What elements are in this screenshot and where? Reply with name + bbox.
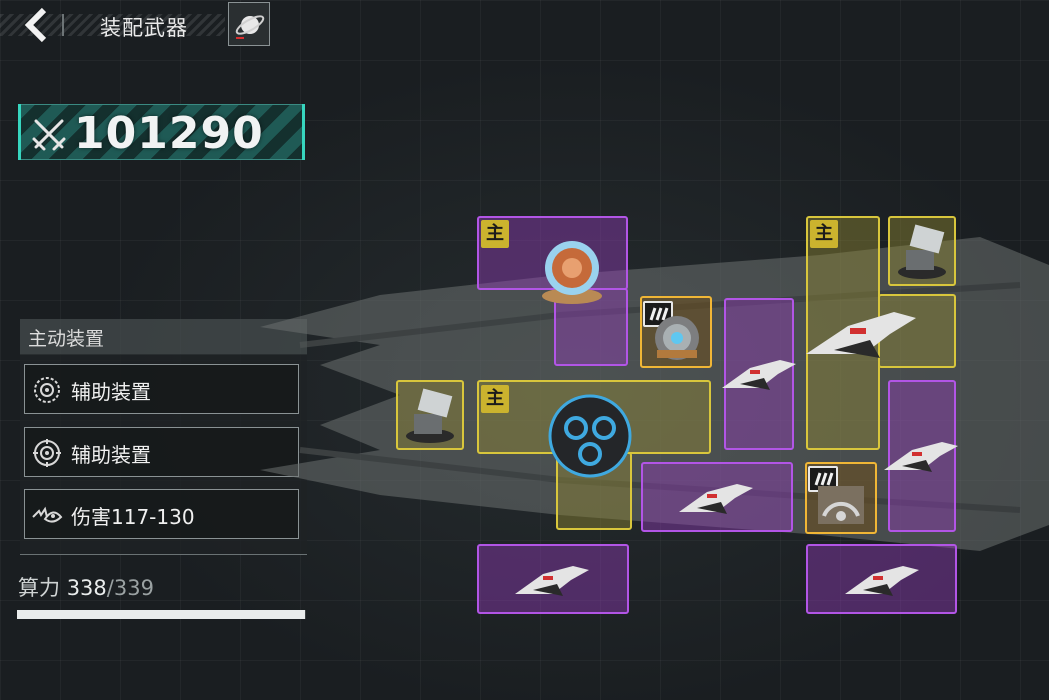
fighter-ship-icon <box>884 442 958 472</box>
combat-power-value: 101290 <box>74 108 264 159</box>
radar-device-icon <box>818 486 864 524</box>
damage-slot[interactable]: 伤害117-130 <box>24 489 299 539</box>
damage-wave-icon <box>32 506 63 523</box>
compute-separator: / <box>106 576 114 600</box>
back-button[interactable] <box>20 6 54 44</box>
main-tag: 主 <box>810 220 838 248</box>
slot-label: 伤害117-130 <box>71 505 195 529</box>
top-bar: 装配武器 <box>0 0 275 46</box>
fighter-ship-icon <box>845 566 919 596</box>
fighter-ship-icon <box>722 360 796 390</box>
panel-title: 主动装置 <box>28 328 105 350</box>
compute-readout: 算力 338/339 <box>18 572 154 602</box>
mine-orb-icon <box>548 394 632 478</box>
sphere-drone-icon <box>655 316 699 360</box>
crosshair-circle-icon <box>33 439 61 467</box>
compute-bar <box>17 610 306 619</box>
planet-icon <box>235 15 265 39</box>
fighter-ship-icon <box>679 484 753 514</box>
main-tag: 主 <box>481 220 509 248</box>
page-title: 装配武器 <box>100 16 188 40</box>
chevron-left-icon <box>24 7 47 43</box>
compute-bar-fill <box>17 610 306 619</box>
target-reticle-icon <box>34 377 60 403</box>
slot-label: 辅助装置 <box>71 443 151 467</box>
compute-label: 算力 <box>18 576 60 600</box>
slot-label: 辅助装置 <box>71 380 151 404</box>
main-tag: 主 <box>481 385 509 413</box>
compute-max: 339 <box>113 576 154 600</box>
planet-button[interactable] <box>228 2 270 46</box>
combat-power-box: 101290 <box>18 104 305 160</box>
compute-current: 338 <box>66 576 107 600</box>
crossed-swords-icon <box>32 119 66 151</box>
auxiliary-device-slot-1[interactable]: 辅助装置 <box>24 364 299 414</box>
core-orb-icon <box>542 241 602 304</box>
turret-icon <box>406 388 454 443</box>
fighter-ship-icon <box>515 566 589 596</box>
turret-icon <box>898 224 946 279</box>
heavy-fighter-icon <box>806 312 916 358</box>
divider <box>62 14 64 36</box>
auxiliary-device-slot-2[interactable]: 辅助装置 <box>24 427 299 477</box>
